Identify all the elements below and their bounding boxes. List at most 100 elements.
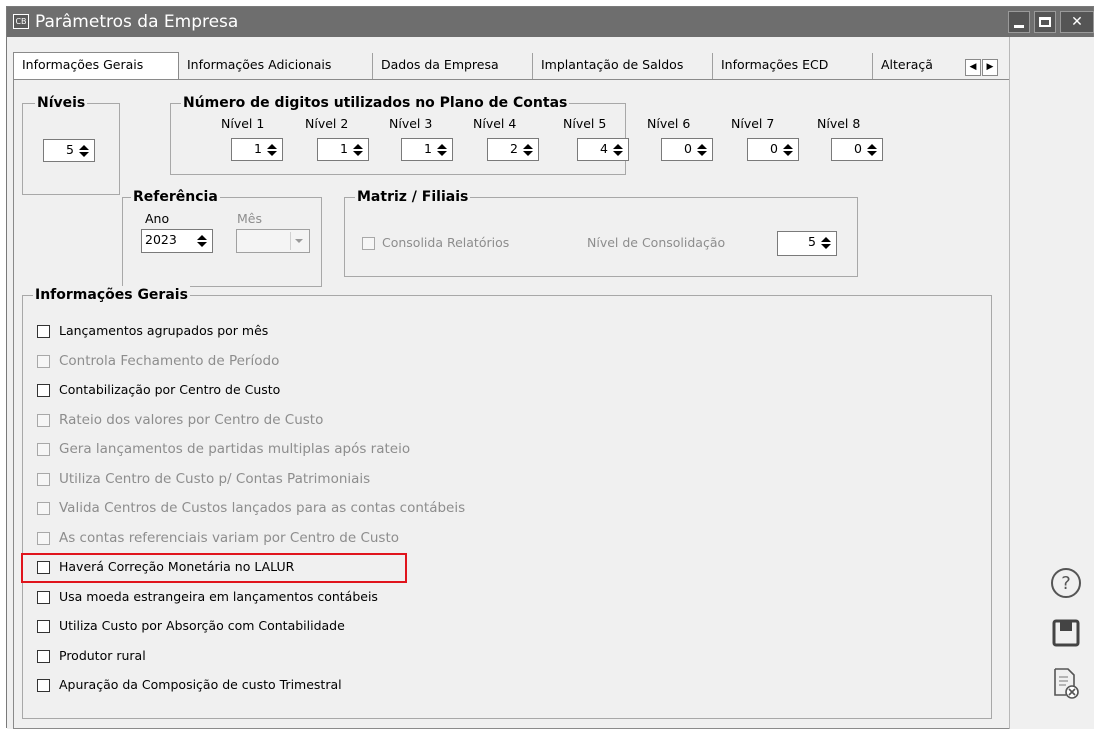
maximize-icon: [1039, 17, 1051, 27]
nivel-7-spinner[interactable]: 0: [747, 138, 799, 161]
option-label: Usa moeda estrangeira em lançamentos con…: [59, 588, 378, 604]
consolida-relatorios-label: Consolida Relatórios: [382, 235, 510, 250]
cancel-button[interactable]: [1048, 665, 1084, 701]
nivel-5-label: Nível 5: [563, 116, 607, 131]
ano-value: 2023: [145, 232, 177, 247]
option-row[interactable]: Rateio dos valores por Centro de Custo: [23, 411, 623, 433]
spin-arrows-icon[interactable]: [520, 141, 536, 158]
spin-arrows-icon[interactable]: [780, 141, 796, 158]
tab-informacoes-gerais[interactable]: Informações Gerais: [13, 52, 179, 80]
spin-arrows-icon[interactable]: [194, 232, 210, 249]
nivel-5-value: 4: [600, 141, 608, 156]
option-checkbox[interactable]: [37, 502, 50, 515]
option-row[interactable]: Utiliza Custo por Absorção com Contabili…: [23, 617, 623, 639]
option-checkbox[interactable]: [37, 384, 50, 397]
nivel-6-value: 0: [684, 141, 692, 156]
nivel-6-spinner[interactable]: 0: [661, 138, 713, 161]
tab-implantacao-saldos[interactable]: Implantação de Saldos: [533, 53, 713, 79]
tab-scroll-right-button[interactable]: ▶: [982, 59, 998, 76]
nivel-3-spinner[interactable]: 1: [401, 138, 453, 161]
close-button[interactable]: ✕: [1060, 11, 1094, 33]
nivel-8-value: 0: [854, 141, 862, 156]
nivel-2-spinner[interactable]: 1: [317, 138, 369, 161]
minimize-icon: [1014, 25, 1024, 28]
option-checkbox[interactable]: [37, 472, 50, 486]
close-icon: ✕: [1071, 14, 1083, 30]
option-label: Utiliza Custo por Absorção com Contabili…: [59, 618, 345, 633]
content-area: Informações Gerais Informações Adicionai…: [7, 37, 1009, 729]
option-checkbox[interactable]: [37, 620, 50, 633]
spin-arrows-icon[interactable]: [434, 141, 450, 158]
chevron-down-icon[interactable]: [290, 232, 307, 250]
nivel-4-spinner[interactable]: 2: [487, 138, 539, 161]
arrow-left-icon: ◀: [969, 62, 977, 72]
tab-informacoes-ecd[interactable]: Informações ECD: [713, 53, 873, 79]
nivel-3-label: Nível 3: [389, 116, 433, 131]
option-label: Utiliza Centro de Custo p/ Contas Patrim…: [59, 470, 371, 487]
nivel-3-value: 1: [424, 141, 432, 156]
spin-arrows-icon[interactable]: [610, 141, 626, 158]
option-row[interactable]: Utiliza Centro de Custo p/ Contas Patrim…: [23, 470, 623, 492]
nivel-5-spinner[interactable]: 4: [577, 138, 629, 161]
option-label: Rateio dos valores por Centro de Custo: [59, 411, 324, 428]
option-label: Lançamentos agrupados por mês: [59, 323, 269, 338]
option-label: Produtor rural: [59, 647, 146, 663]
tab-scroll-left-button[interactable]: ◀: [965, 59, 981, 76]
nivel-8-label: Nível 8: [817, 116, 861, 131]
arrow-right-icon: ▶: [986, 62, 994, 72]
ano-spinner[interactable]: 2023: [141, 229, 213, 253]
digitos-legend: Número de digitos utilizados no Plano de…: [181, 94, 570, 112]
spin-arrows-icon[interactable]: [864, 141, 880, 158]
niveis-value: 5: [66, 142, 74, 157]
referencia-legend: Referência: [131, 188, 220, 206]
niveis-spinner[interactable]: 5: [43, 139, 95, 162]
maximize-button[interactable]: [1034, 11, 1056, 33]
option-checkbox[interactable]: [37, 354, 50, 368]
option-label: Controla Fechamento de Período: [59, 352, 280, 369]
option-row[interactable]: Gera lançamentos de partidas multiplas a…: [23, 440, 623, 462]
matriz-legend: Matriz / Filiais: [355, 188, 471, 206]
option-row[interactable]: As contas referenciais variam por Centro…: [23, 529, 623, 551]
save-button[interactable]: [1048, 615, 1084, 651]
nivel-2-label: Nível 2: [305, 116, 349, 131]
option-row[interactable]: Apuração da Composição de custo Trimestr…: [23, 676, 623, 698]
tab-page-informacoes-gerais: Níveis 5 Número de digitos utilizados no…: [13, 79, 1009, 729]
spin-arrows-icon[interactable]: [818, 234, 834, 251]
niveis-legend: Níveis: [35, 94, 88, 112]
option-row[interactable]: Lançamentos agrupados por mês: [23, 322, 623, 344]
tab-informacoes-adicionais[interactable]: Informações Adicionais: [179, 53, 373, 79]
referencia-group: Referência Ano Mês 2023: [122, 188, 322, 287]
mes-select[interactable]: [236, 229, 310, 253]
option-checkbox[interactable]: [37, 413, 50, 427]
nivel-consolidacao-spinner[interactable]: 5: [777, 231, 837, 256]
niveis-group: Níveis 5: [22, 94, 120, 195]
tab-dados-empresa[interactable]: Dados da Empresa: [373, 53, 533, 79]
minimize-button[interactable]: [1008, 11, 1030, 33]
option-checkbox[interactable]: [37, 590, 50, 604]
option-checkbox[interactable]: [37, 679, 50, 692]
spin-arrows-icon[interactable]: [264, 141, 280, 158]
option-checkbox[interactable]: [37, 443, 50, 456]
option-row[interactable]: Controla Fechamento de Período: [23, 352, 623, 374]
spin-arrows-icon[interactable]: [694, 141, 710, 158]
spin-arrows-icon[interactable]: [350, 141, 366, 158]
option-checkbox[interactable]: [37, 649, 50, 663]
option-checkbox[interactable]: [37, 325, 50, 338]
nivel-1-spinner[interactable]: 1: [231, 138, 283, 161]
spin-arrows-icon[interactable]: [76, 142, 92, 159]
tab-alteracao[interactable]: Alteraçã: [873, 53, 963, 79]
nivel-1-label: Nível 1: [221, 116, 265, 131]
nivel-8-spinner[interactable]: 0: [831, 138, 883, 161]
option-label: Apuração da Composição de custo Trimestr…: [59, 677, 342, 692]
option-row[interactable]: Valida Centros de Custos lançados para a…: [23, 499, 623, 521]
consolida-relatorios-checkbox[interactable]: [362, 237, 375, 250]
help-button[interactable]: ?: [1048, 565, 1084, 601]
option-row[interactable]: Usa moeda estrangeira em lançamentos con…: [23, 588, 623, 610]
title-bar[interactable]: CB Parâmetros da Empresa ✕: [7, 7, 1094, 37]
option-checkbox[interactable]: [37, 531, 50, 545]
digitos-group: Número de digitos utilizados no Plano de…: [170, 94, 883, 175]
option-row[interactable]: Contabilização por Centro de Custo: [23, 381, 623, 403]
app-icon: CB: [13, 14, 29, 29]
nivel-7-value: 0: [770, 141, 778, 156]
option-row[interactable]: Produtor rural: [23, 647, 623, 669]
